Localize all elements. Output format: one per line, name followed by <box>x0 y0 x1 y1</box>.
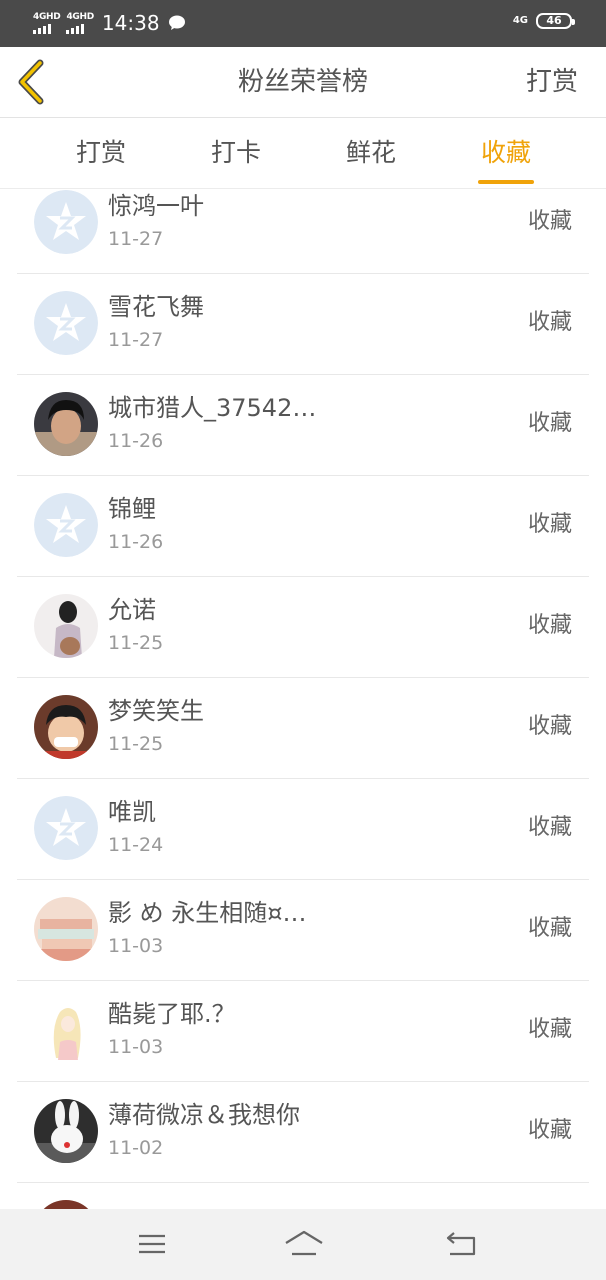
fan-date: 11-27 <box>108 329 164 351</box>
default-star-avatar <box>34 190 98 254</box>
fan-date: 11-02 <box>108 1137 164 1159</box>
default-star-avatar <box>34 796 98 860</box>
tab-collect[interactable]: 收藏 <box>471 136 541 170</box>
status-right: 4G 46 <box>512 13 575 29</box>
list-item[interactable]: 惊鸿一叶 11-27 收藏 <box>17 189 589 274</box>
fan-name: 影 め 永生相随¤… <box>108 899 307 927</box>
fan-name: 允诺 <box>108 596 156 624</box>
tab-reward[interactable]: 打赏 <box>66 136 136 170</box>
partial-avatar <box>34 1200 98 1209</box>
list-item[interactable]: 允诺 11-25 收藏 <box>17 577 589 678</box>
collect-label: 收藏 <box>527 815 572 840</box>
list-item[interactable]: 城市猎人_37542… 11-26 收藏 <box>17 375 589 476</box>
fan-date: 11-03 <box>108 1036 164 1058</box>
collect-label: 收藏 <box>527 1017 572 1042</box>
list-item[interactable]: 薄荷微凉＆我想你 11-02 收藏 <box>17 1082 589 1183</box>
list-item[interactable]: 雪花飞舞 11-27 收藏 <box>17 274 589 375</box>
list-item[interactable]: 锦鲤 11-26 收藏 <box>17 476 589 577</box>
tab-flowers[interactable]: 鲜花 <box>336 136 406 170</box>
battery-level: 46 <box>546 14 562 27</box>
tab-bar: 打赏 打卡 鲜花 收藏 <box>0 118 606 188</box>
page-title: 粉丝荣誉榜 <box>237 67 368 97</box>
books-avatar <box>34 897 98 961</box>
fan-name: 雪花飞舞 <box>108 293 204 321</box>
signal-2-icon: 4GHD <box>66 11 94 34</box>
fan-date: 11-27 <box>108 228 164 250</box>
back-icon[interactable] <box>444 1229 480 1259</box>
chat-bubble-icon <box>168 15 185 30</box>
fan-name: 惊鸿一叶 <box>108 192 204 220</box>
reward-button[interactable]: 打赏 <box>526 65 578 99</box>
collect-label: 收藏 <box>527 310 572 335</box>
status-left: 4GHD 4GHD 14:38 <box>33 10 186 36</box>
collect-label: 收藏 <box>527 411 572 436</box>
fan-list: 惊鸿一叶 11-27 收藏 雪花飞舞 11-27 收藏 城市猎人_37542… … <box>17 189 589 1209</box>
list-item[interactable]: 梦笑笑生 11-25 收藏 <box>17 678 589 779</box>
tab-checkin[interactable]: 打卡 <box>201 136 271 170</box>
status-bar: 4GHD 4GHD 14:38 4G 46 <box>0 0 606 47</box>
home-icon[interactable] <box>284 1229 324 1259</box>
collect-label: 收藏 <box>527 209 572 234</box>
photo-boy-avatar <box>34 392 98 456</box>
collect-label: 收藏 <box>527 714 572 739</box>
fan-date: 11-25 <box>108 632 164 654</box>
anime-girl-avatar <box>34 998 98 1062</box>
rabbit-avatar <box>34 1099 98 1163</box>
status-time: 14:38 <box>101 11 160 35</box>
cartoon-luffy-avatar <box>34 695 98 759</box>
collect-label: 收藏 <box>527 512 572 537</box>
collect-label: 收藏 <box>527 613 572 638</box>
app-header: 粉丝荣誉榜 打赏 <box>0 47 606 117</box>
fan-name: 唯凯 <box>108 798 156 826</box>
list-item-partial[interactable] <box>17 1183 589 1209</box>
collect-label: 收藏 <box>527 916 572 941</box>
battery-icon: 46 <box>536 13 575 29</box>
list-item[interactable]: 酷毙了耶.？ 11-03 收藏 <box>17 981 589 1082</box>
menu-icon[interactable] <box>134 1229 170 1259</box>
list-item[interactable]: 影 め 永生相随¤… 11-03 收藏 <box>17 880 589 981</box>
photo-girl-back-avatar <box>34 594 98 658</box>
collect-label: 收藏 <box>527 1118 572 1143</box>
fan-name: 酷毙了耶.？ <box>108 1000 236 1028</box>
fan-date: 11-26 <box>108 430 164 452</box>
fan-date: 11-26 <box>108 531 164 553</box>
network-type-right: 4G <box>512 15 528 26</box>
network-type-2: 4GHD <box>66 11 94 22</box>
fan-date: 11-03 <box>108 935 164 957</box>
active-tab-indicator <box>478 180 534 184</box>
network-type-1: 4GHD <box>33 11 61 22</box>
fan-name: 城市猎人_37542… <box>108 394 317 422</box>
fan-name: 梦笑笑生 <box>108 697 204 725</box>
fan-name: 锦鲤 <box>108 495 156 523</box>
default-star-avatar <box>34 493 98 557</box>
system-nav-bar <box>0 1209 606 1280</box>
fan-date: 11-24 <box>108 834 164 856</box>
list-item[interactable]: 唯凯 11-24 收藏 <box>17 779 589 880</box>
fan-date: 11-25 <box>108 733 164 755</box>
fan-name: 薄荷微凉＆我想你 <box>108 1101 300 1129</box>
signal-1-icon: 4GHD <box>33 11 61 34</box>
default-star-avatar <box>34 291 98 355</box>
